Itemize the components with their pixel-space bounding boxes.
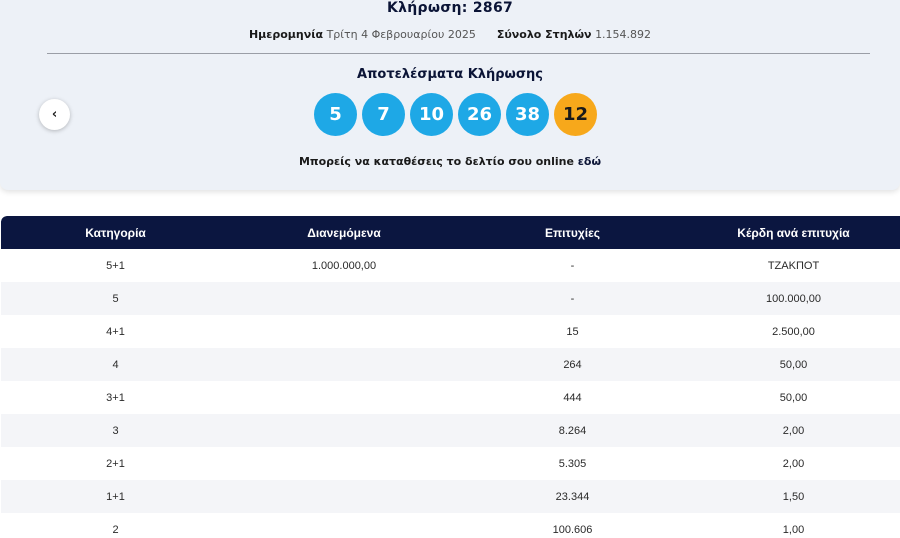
deposit-here-link[interactable]: εδώ	[578, 155, 601, 168]
number-ball: 5	[314, 93, 357, 136]
cell-prize: 1,00	[782, 523, 805, 536]
table-row: 4+1 15 2.500,00	[1, 315, 900, 348]
divider	[47, 53, 870, 54]
cell-prize: 2,00	[782, 457, 805, 470]
cell-category: 2+1	[106, 457, 125, 470]
cell-winners: 5.305	[558, 457, 587, 470]
cell-category: 1+1	[106, 490, 125, 503]
cell-category: 5+1	[106, 259, 125, 272]
winning-numbers: 5 7 10 26 38 12	[314, 93, 597, 136]
cell-winners: -	[570, 292, 575, 305]
cell-winners: 100.606	[552, 523, 593, 536]
prize-table: Κατηγορία Διανεμόμενα Επιτυχίες Κέρδη αν…	[1, 216, 900, 538]
cell-category: 5	[112, 292, 119, 305]
bonus-number-ball: 12	[554, 93, 597, 136]
cell-category: 3+1	[106, 391, 125, 404]
deposit-text: Μπορείς να καταθέσεις το δελτίο σου onli…	[298, 155, 578, 168]
table-header: Κατηγορία Διανεμόμενα Επιτυχίες Κέρδη αν…	[1, 216, 900, 249]
table-row: 1+1 23.344 1,50	[1, 480, 900, 513]
draw-meta: Ημερομηνία Τρίτη 4 Φεβρουαρίου 2025 Σύνο…	[0, 28, 900, 41]
columns-label: Σύνολο Στηλών	[496, 28, 592, 41]
cell-prize: 100.000,00	[765, 292, 822, 305]
cell-prize: 50,00	[779, 358, 808, 371]
table-row: 5+1 1.000.000,00 - ΤΖΑΚΠΟΤ	[1, 249, 900, 282]
table-row: 3 8.264 2,00	[1, 414, 900, 447]
cell-winners: 15	[566, 325, 579, 338]
cell-prize: 2.500,00	[772, 325, 815, 338]
draw-title: Κλήρωση: 2867	[386, 0, 514, 16]
table-row: 2 100.606 1,00	[1, 513, 900, 538]
cell-prize: ΤΖΑΚΠΟΤ	[767, 259, 820, 272]
cell-winners: 8.264	[558, 424, 587, 437]
table-row: 5 - 100.000,00	[1, 282, 900, 315]
number-ball: 26	[458, 93, 501, 136]
date-value: Τρίτη 4 Φεβρουαρίου 2025	[326, 28, 476, 41]
cell-distributed: 1.000.000,00	[311, 259, 377, 272]
number-ball: 38	[506, 93, 549, 136]
cell-winners: 444	[563, 391, 582, 404]
columns-value: 1.154.892	[595, 28, 652, 41]
cell-winners: 264	[563, 358, 582, 371]
cell-category: 4+1	[106, 325, 125, 338]
header-prize-per-winner: Κέρδη ανά επιτυχία	[737, 225, 850, 240]
cell-winners: -	[570, 259, 575, 272]
table-row: 3+1 444 50,00	[1, 381, 900, 414]
header-category: Κατηγορία	[85, 225, 146, 240]
header-winners: Επιτυχίες	[544, 225, 601, 240]
cell-prize: 50,00	[779, 391, 808, 404]
chevron-left-icon: ‹	[51, 107, 58, 122]
number-ball: 10	[410, 93, 453, 136]
cell-category: 3	[112, 424, 119, 437]
number-ball: 7	[362, 93, 405, 136]
deposit-online-text: Μπορείς να καταθέσεις το δελτίο σου onli…	[0, 155, 900, 168]
date-label: Ημερομηνία	[248, 28, 324, 41]
header-distributed: Διανεμόμενα	[307, 225, 381, 240]
table-body: 5+1 1.000.000,00 - ΤΖΑΚΠΟΤ 5 - 100.000,00 4+1 15…	[1, 249, 900, 538]
cell-category: 2	[112, 523, 119, 536]
results-title: Αποτελέσματα Κλήρωσης	[357, 67, 543, 82]
table-row: 4 264 50,00	[1, 348, 900, 381]
cell-prize: 2,00	[782, 424, 805, 437]
previous-draw-button[interactable]: ‹	[39, 99, 70, 130]
cell-prize: 1,50	[782, 490, 805, 503]
table-row: 2+1 5.305 2,00	[1, 447, 900, 480]
cell-winners: 23.344	[555, 490, 590, 503]
cell-category: 4	[112, 358, 119, 371]
